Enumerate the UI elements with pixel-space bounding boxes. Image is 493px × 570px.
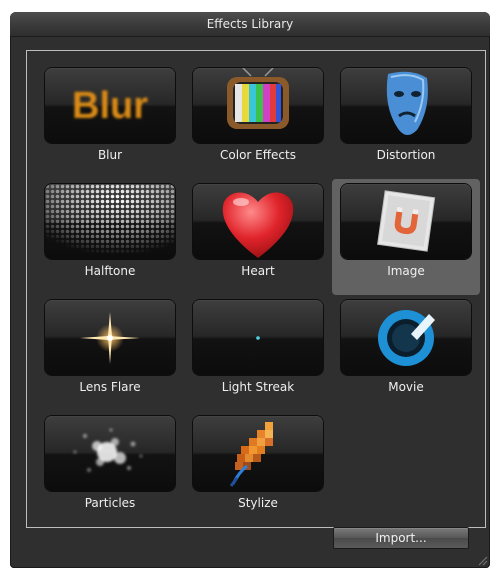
blur-text-icon: Blur bbox=[72, 85, 148, 127]
effect-tile-color-effects[interactable]: Color Effects bbox=[184, 63, 332, 179]
effect-label: Stylize bbox=[238, 496, 278, 510]
blur-thumb-text: Blur bbox=[72, 85, 148, 127]
effects-library-window: Effects Library Blur Blur Color Effects … bbox=[10, 12, 490, 568]
color-effects-thumbnail bbox=[193, 68, 323, 143]
tv-icon bbox=[227, 68, 289, 129]
effect-label: Particles bbox=[84, 496, 136, 510]
lens-flare-icon bbox=[80, 312, 140, 364]
effect-tile-light-streak[interactable]: Light Streak bbox=[184, 295, 332, 411]
effect-label: Halftone bbox=[84, 264, 136, 278]
light-streak-thumbnail bbox=[193, 300, 323, 375]
particles-icon bbox=[73, 428, 143, 472]
halftone-thumbnail bbox=[45, 184, 175, 259]
particles-thumbnail bbox=[45, 416, 175, 491]
effect-tile-blur[interactable]: Blur Blur bbox=[36, 63, 184, 179]
window-title: Effects Library bbox=[10, 12, 490, 37]
effect-tile-distortion[interactable]: Distortion bbox=[332, 63, 480, 179]
quicktime-icon bbox=[378, 310, 435, 366]
import-button[interactable]: Import... bbox=[333, 527, 469, 549]
effect-label: Light Streak bbox=[221, 380, 295, 394]
effects-grid: Blur Blur Color Effects Distortion Halft… bbox=[26, 50, 486, 528]
distortion-thumbnail bbox=[341, 68, 471, 143]
pixel-feather-icon bbox=[229, 422, 273, 487]
effect-label: Distortion bbox=[376, 148, 436, 162]
effect-label: Blur bbox=[97, 148, 123, 162]
image-thumbnail bbox=[341, 184, 471, 259]
light-streak-icon bbox=[256, 336, 260, 340]
lens-flare-thumbnail bbox=[45, 300, 175, 375]
heart-thumbnail bbox=[193, 184, 323, 259]
effect-tile-heart[interactable]: Heart bbox=[184, 179, 332, 295]
effect-label: Lens Flare bbox=[79, 380, 141, 394]
halftone-dots-icon bbox=[45, 184, 175, 259]
stylize-thumbnail bbox=[193, 416, 323, 491]
movie-thumbnail bbox=[341, 300, 471, 375]
effect-tile-particles[interactable]: Particles bbox=[36, 411, 184, 527]
blur-thumbnail: Blur bbox=[45, 68, 175, 143]
effect-label: Image bbox=[387, 264, 425, 278]
effect-label: Color Effects bbox=[220, 148, 296, 162]
effect-tile-lens-flare[interactable]: Lens Flare bbox=[36, 295, 184, 411]
mask-icon bbox=[386, 71, 428, 135]
effect-tile-movie[interactable]: Movie bbox=[332, 295, 480, 411]
photo-magnet-icon bbox=[377, 190, 436, 252]
effect-tile-halftone[interactable]: Halftone bbox=[36, 179, 184, 295]
effect-label: Heart bbox=[241, 264, 275, 278]
effect-tile-stylize[interactable]: Stylize bbox=[184, 411, 332, 527]
effect-label: Movie bbox=[388, 380, 424, 394]
heart-icon bbox=[222, 192, 294, 258]
effect-tile-image[interactable]: Image bbox=[332, 179, 480, 295]
resize-grip-icon[interactable] bbox=[476, 554, 488, 566]
